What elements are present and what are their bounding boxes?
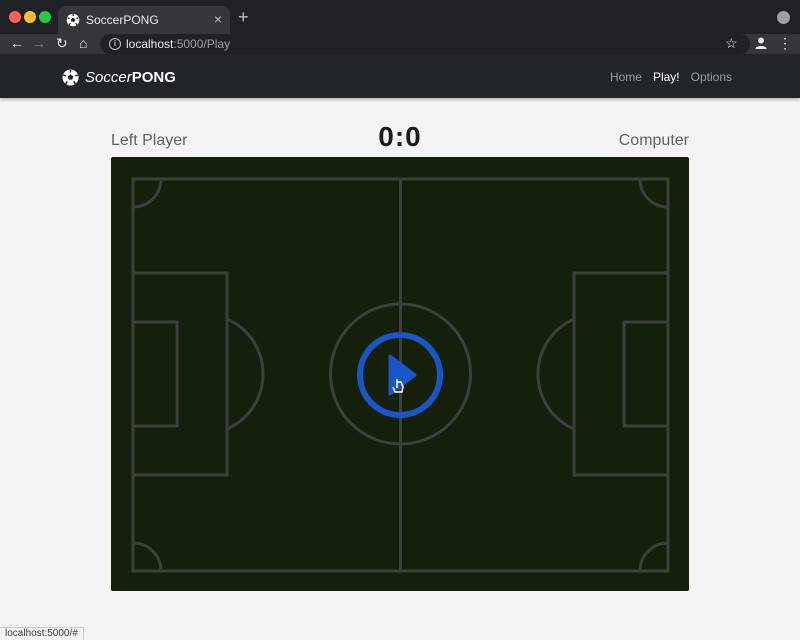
person-icon[interactable] — [754, 36, 768, 50]
soccer-ball-icon — [66, 13, 80, 27]
site-navbar: Soccer PONG Home Play! Options — [0, 54, 800, 98]
right-penalty-arc — [536, 317, 575, 431]
left-penalty-box — [131, 271, 229, 477]
soccer-ball-icon — [62, 69, 79, 85]
corner-arc-bottom-left — [132, 541, 163, 572]
tab-title: SoccerPONG — [86, 13, 159, 27]
arrow-right-icon[interactable]: → — [32, 35, 46, 51]
minimize-window-button[interactable] — [24, 11, 36, 23]
corner-arc-bottom-right — [638, 541, 669, 572]
brand-pong-text: PONG — [131, 68, 176, 86]
brand-soccer-text: Soccer — [85, 68, 132, 86]
play-button[interactable] — [357, 332, 443, 418]
browser-tab-bar: SoccerPONG × + — [0, 0, 800, 34]
nav-play[interactable]: Play! — [653, 70, 680, 84]
info-icon[interactable]: i — [109, 38, 121, 50]
star-icon[interactable]: ☆ — [725, 35, 738, 52]
right-goal-box — [622, 320, 670, 428]
url-path: :5000/Play — [173, 37, 231, 51]
arrow-left-icon[interactable]: ← — [10, 35, 24, 51]
left-penalty-arc — [226, 317, 265, 431]
url-host: localhost — [126, 37, 174, 51]
scoreboard: 0:0 — [378, 121, 422, 152]
nav-links: Home Play! Options — [599, 70, 732, 84]
address-bar[interactable]: i localhost:5000/Play — [100, 34, 750, 54]
score-row: Left Player 0:0 Computer — [111, 120, 689, 154]
close-window-button[interactable] — [9, 11, 21, 23]
home-icon[interactable]: ⌂ — [79, 35, 87, 51]
maximize-window-button[interactable] — [39, 11, 51, 23]
right-penalty-box — [572, 271, 670, 477]
left-goal-box — [131, 320, 179, 428]
corner-arc-top-left — [132, 178, 163, 209]
corner-arc-top-right — [638, 178, 669, 209]
brand-link[interactable]: Soccer PONG — [62, 67, 176, 87]
address-url: localhost:5000/Play — [126, 37, 230, 51]
right-player-name: Computer — [618, 132, 689, 149]
kebab-icon[interactable]: ⋮ — [778, 35, 792, 51]
browser-toolbar: ← → ↻ ⌂ i localhost:5000/Play ☆ ⋮ — [0, 34, 800, 54]
nav-home[interactable]: Home — [610, 70, 642, 84]
browser-tab[interactable]: SoccerPONG × — [58, 6, 230, 34]
reload-icon[interactable]: ↻ — [56, 35, 68, 51]
status-bar: localhost:5000/# — [0, 627, 84, 640]
new-tab-button[interactable]: + — [238, 7, 249, 27]
nav-options[interactable]: Options — [691, 70, 732, 84]
close-tab-icon[interactable]: × — [214, 11, 222, 27]
tab-search-icon[interactable] — [777, 11, 790, 24]
